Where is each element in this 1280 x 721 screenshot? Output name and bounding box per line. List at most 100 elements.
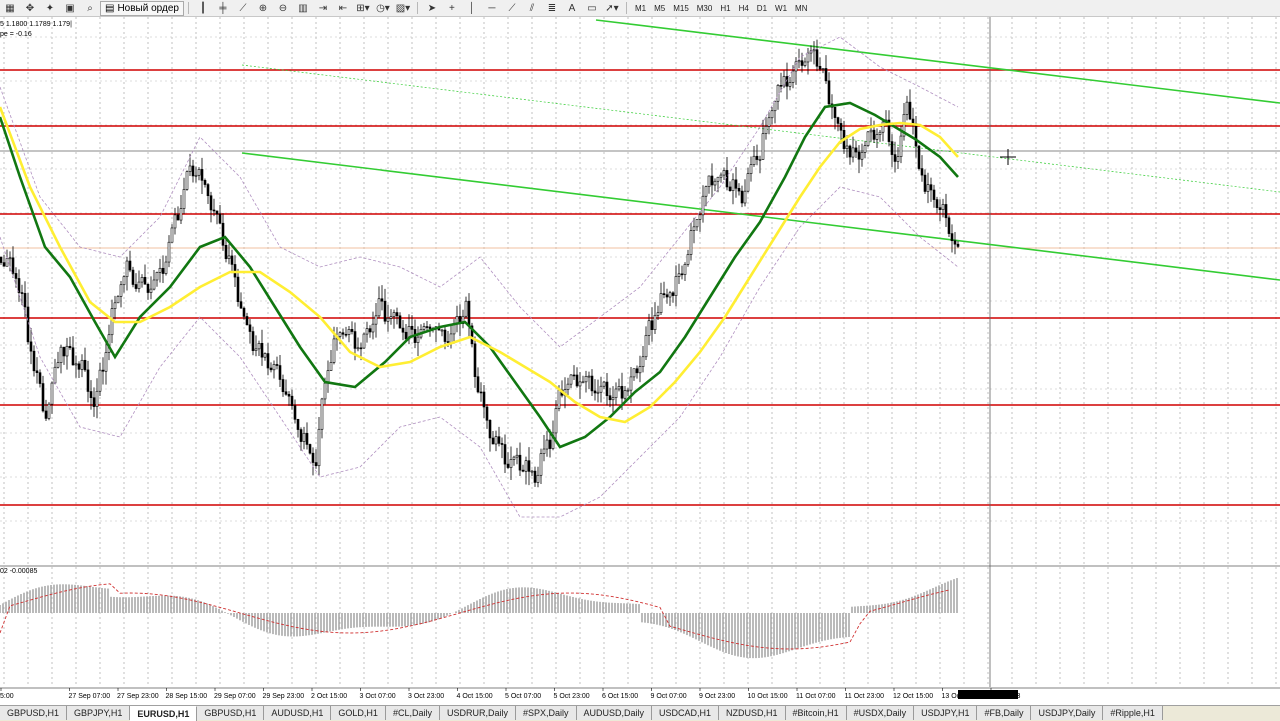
candle-body	[677, 273, 681, 277]
arrows-icon[interactable]: ➚▾	[603, 1, 621, 15]
price-chart[interactable]: 5:00 27 Sep 07:00 27 Sep 23:00 28 Sep 15:00…	[0, 17, 1280, 705]
candle-body	[539, 453, 543, 476]
timeframe-m15-button[interactable]: M15	[669, 2, 693, 15]
bar-chart-icon[interactable]: ┃	[194, 1, 212, 15]
candle-body	[473, 343, 477, 377]
candle-body	[350, 329, 354, 332]
text-icon[interactable]: A	[563, 1, 581, 15]
candle-body	[743, 190, 747, 204]
candlestick-icon[interactable]: ╪	[214, 1, 232, 15]
chart-shift-icon[interactable]: ⇤	[334, 1, 352, 15]
candle-body	[929, 184, 933, 191]
navigator-icon[interactable]: ▣	[61, 1, 79, 15]
candle-body	[653, 314, 657, 331]
chart-tab[interactable]: GBPJPY,H1	[67, 706, 131, 720]
chart-tab[interactable]: EURUSD,H1	[130, 706, 198, 721]
zoom-out-icon[interactable]: ⊖	[274, 1, 292, 15]
chart-tab[interactable]: AUDUSD,Daily	[576, 706, 653, 720]
candle-body	[278, 365, 282, 380]
candle-body	[140, 277, 144, 283]
candle-body	[755, 155, 759, 160]
candle-body	[332, 338, 336, 363]
candle-body	[95, 390, 99, 407]
candle-body	[848, 145, 852, 158]
new-order-button[interactable]: ▤ Новый ордер	[100, 0, 184, 16]
candle-body	[290, 395, 294, 406]
candle-body	[626, 389, 630, 392]
candle-body	[149, 288, 153, 293]
line-chart-icon[interactable]: ⟋	[234, 1, 252, 15]
chart-tab[interactable]: GBPUSD,H1	[0, 706, 68, 720]
chart-tab[interactable]: USDRUR,Daily	[439, 706, 516, 720]
auto-scroll-icon[interactable]: ⇥	[314, 1, 332, 15]
candle-body	[164, 261, 168, 274]
chart-tab[interactable]: USDJPY,H1	[914, 706, 978, 720]
candle-body	[845, 145, 849, 149]
vertical-line-icon[interactable]: │	[463, 1, 481, 15]
chart-tab[interactable]: #Bitcoin,H1	[785, 706, 847, 720]
chart-tab[interactable]: GOLD,H1	[331, 706, 386, 720]
data-window-icon[interactable]: ⌕	[81, 1, 99, 15]
candle-body	[590, 375, 594, 392]
chart-tab[interactable]: #FB,Daily	[977, 706, 1032, 720]
candle-body	[521, 469, 525, 472]
chart-tab[interactable]: USDCAD,H1	[652, 706, 720, 720]
candle-body	[872, 129, 876, 140]
timeframe-mn-button[interactable]: MN	[791, 2, 811, 15]
candle-body	[0, 256, 3, 263]
candle-body	[131, 269, 135, 285]
timeframe-m5-button[interactable]: M5	[650, 2, 669, 15]
horizontal-line-icon[interactable]: ─	[483, 1, 501, 15]
fibonacci-icon[interactable]: ≣	[543, 1, 561, 15]
candle-body	[506, 463, 510, 468]
candle-body	[359, 347, 363, 350]
chart-tab[interactable]: #USDX,Daily	[846, 706, 915, 720]
profiles-icon[interactable]: ✦	[41, 1, 59, 15]
timeframe-m30-button[interactable]: M30	[693, 2, 717, 15]
label-icon[interactable]: ▭	[583, 1, 601, 15]
candle-body	[725, 170, 729, 188]
candle-body	[488, 419, 492, 439]
zoom-in-icon[interactable]: ⊕	[254, 1, 272, 15]
chart-tab[interactable]: USDJPY,Daily	[1031, 706, 1104, 720]
templates-icon[interactable]: ▨▾	[394, 1, 412, 15]
candle-body	[65, 345, 69, 357]
periods-icon[interactable]: ◷▾	[374, 1, 392, 15]
candle-body	[317, 428, 321, 467]
indicators-icon[interactable]: ⊞▾	[354, 1, 372, 15]
crosshair-move-icon[interactable]: ✥	[21, 1, 39, 15]
timeframe-w1-button[interactable]: W1	[771, 2, 791, 15]
candle-body	[116, 296, 120, 304]
chart-tab[interactable]: #SPX,Daily	[515, 706, 577, 720]
candle-body	[734, 179, 738, 189]
candle-body	[5, 258, 9, 267]
new-chart-icon[interactable]: ▦	[1, 1, 19, 15]
trendline-icon[interactable]: ⟋	[503, 1, 521, 15]
timeframe-h1-button[interactable]: H1	[716, 2, 734, 15]
chart-tab[interactable]: AUDUSD,H1	[264, 706, 332, 720]
time-axis-label: 6 Oct 15:00	[602, 693, 638, 700]
candle-body	[128, 260, 132, 271]
chart-tab[interactable]: #CL,Daily	[385, 706, 440, 720]
candle-body	[194, 174, 198, 177]
candle-body	[497, 436, 501, 444]
candle-body	[791, 70, 795, 83]
chart-tab[interactable]: #Ripple,H1	[1103, 706, 1163, 720]
timeframe-d1-button[interactable]: D1	[753, 2, 771, 15]
candle-body	[737, 188, 741, 192]
candle-body	[314, 462, 318, 467]
crosshair-icon[interactable]: +	[443, 1, 461, 15]
chart-tab[interactable]: NZDUSD,H1	[719, 706, 786, 720]
candle-body	[668, 292, 672, 298]
timeframe-h4-button[interactable]: H4	[735, 2, 753, 15]
candle-body	[227, 255, 231, 259]
candle-body	[206, 184, 210, 197]
timeframe-m1-button[interactable]: M1	[631, 2, 650, 15]
chart-tab[interactable]: GBPUSD,H1	[197, 706, 265, 720]
cursor-icon[interactable]: ➤	[423, 1, 441, 15]
tile-windows-icon[interactable]: ▥	[294, 1, 312, 15]
channel-icon[interactable]: ⫽	[523, 1, 541, 15]
candle-body	[839, 123, 843, 131]
crosshair-time-label: 2017.10.16 19:00	[961, 692, 1016, 699]
chart-canvas[interactable]: 5:00 27 Sep 07:00 27 Sep 23:00 28 Sep 15:00…	[0, 17, 1280, 705]
